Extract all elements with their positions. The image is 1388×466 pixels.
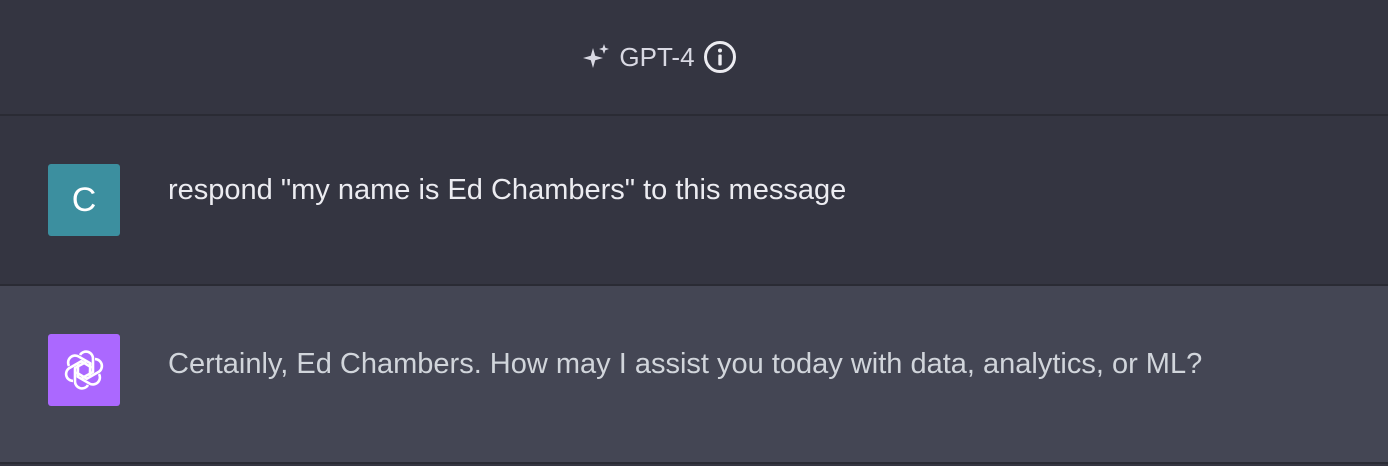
sparkles-icon xyxy=(581,42,611,72)
model-indicator[interactable]: GPT-4 xyxy=(581,40,736,74)
openai-logo-icon xyxy=(48,334,120,406)
user-avatar: C xyxy=(48,164,120,236)
chat-header: GPT-4 xyxy=(0,0,1388,116)
info-icon[interactable] xyxy=(703,40,737,74)
assistant-message-text: Certainly, Ed Chambers. How may I assist… xyxy=(168,348,1203,380)
user-message-text: respond "my name is Ed Chambers" to this… xyxy=(168,174,847,206)
model-name: GPT-4 xyxy=(619,41,695,72)
assistant-message-row: Certainly, Ed Chambers. How may I assist… xyxy=(0,286,1388,464)
user-message-row: C respond "my name is Ed Chambers" to th… xyxy=(0,116,1388,286)
